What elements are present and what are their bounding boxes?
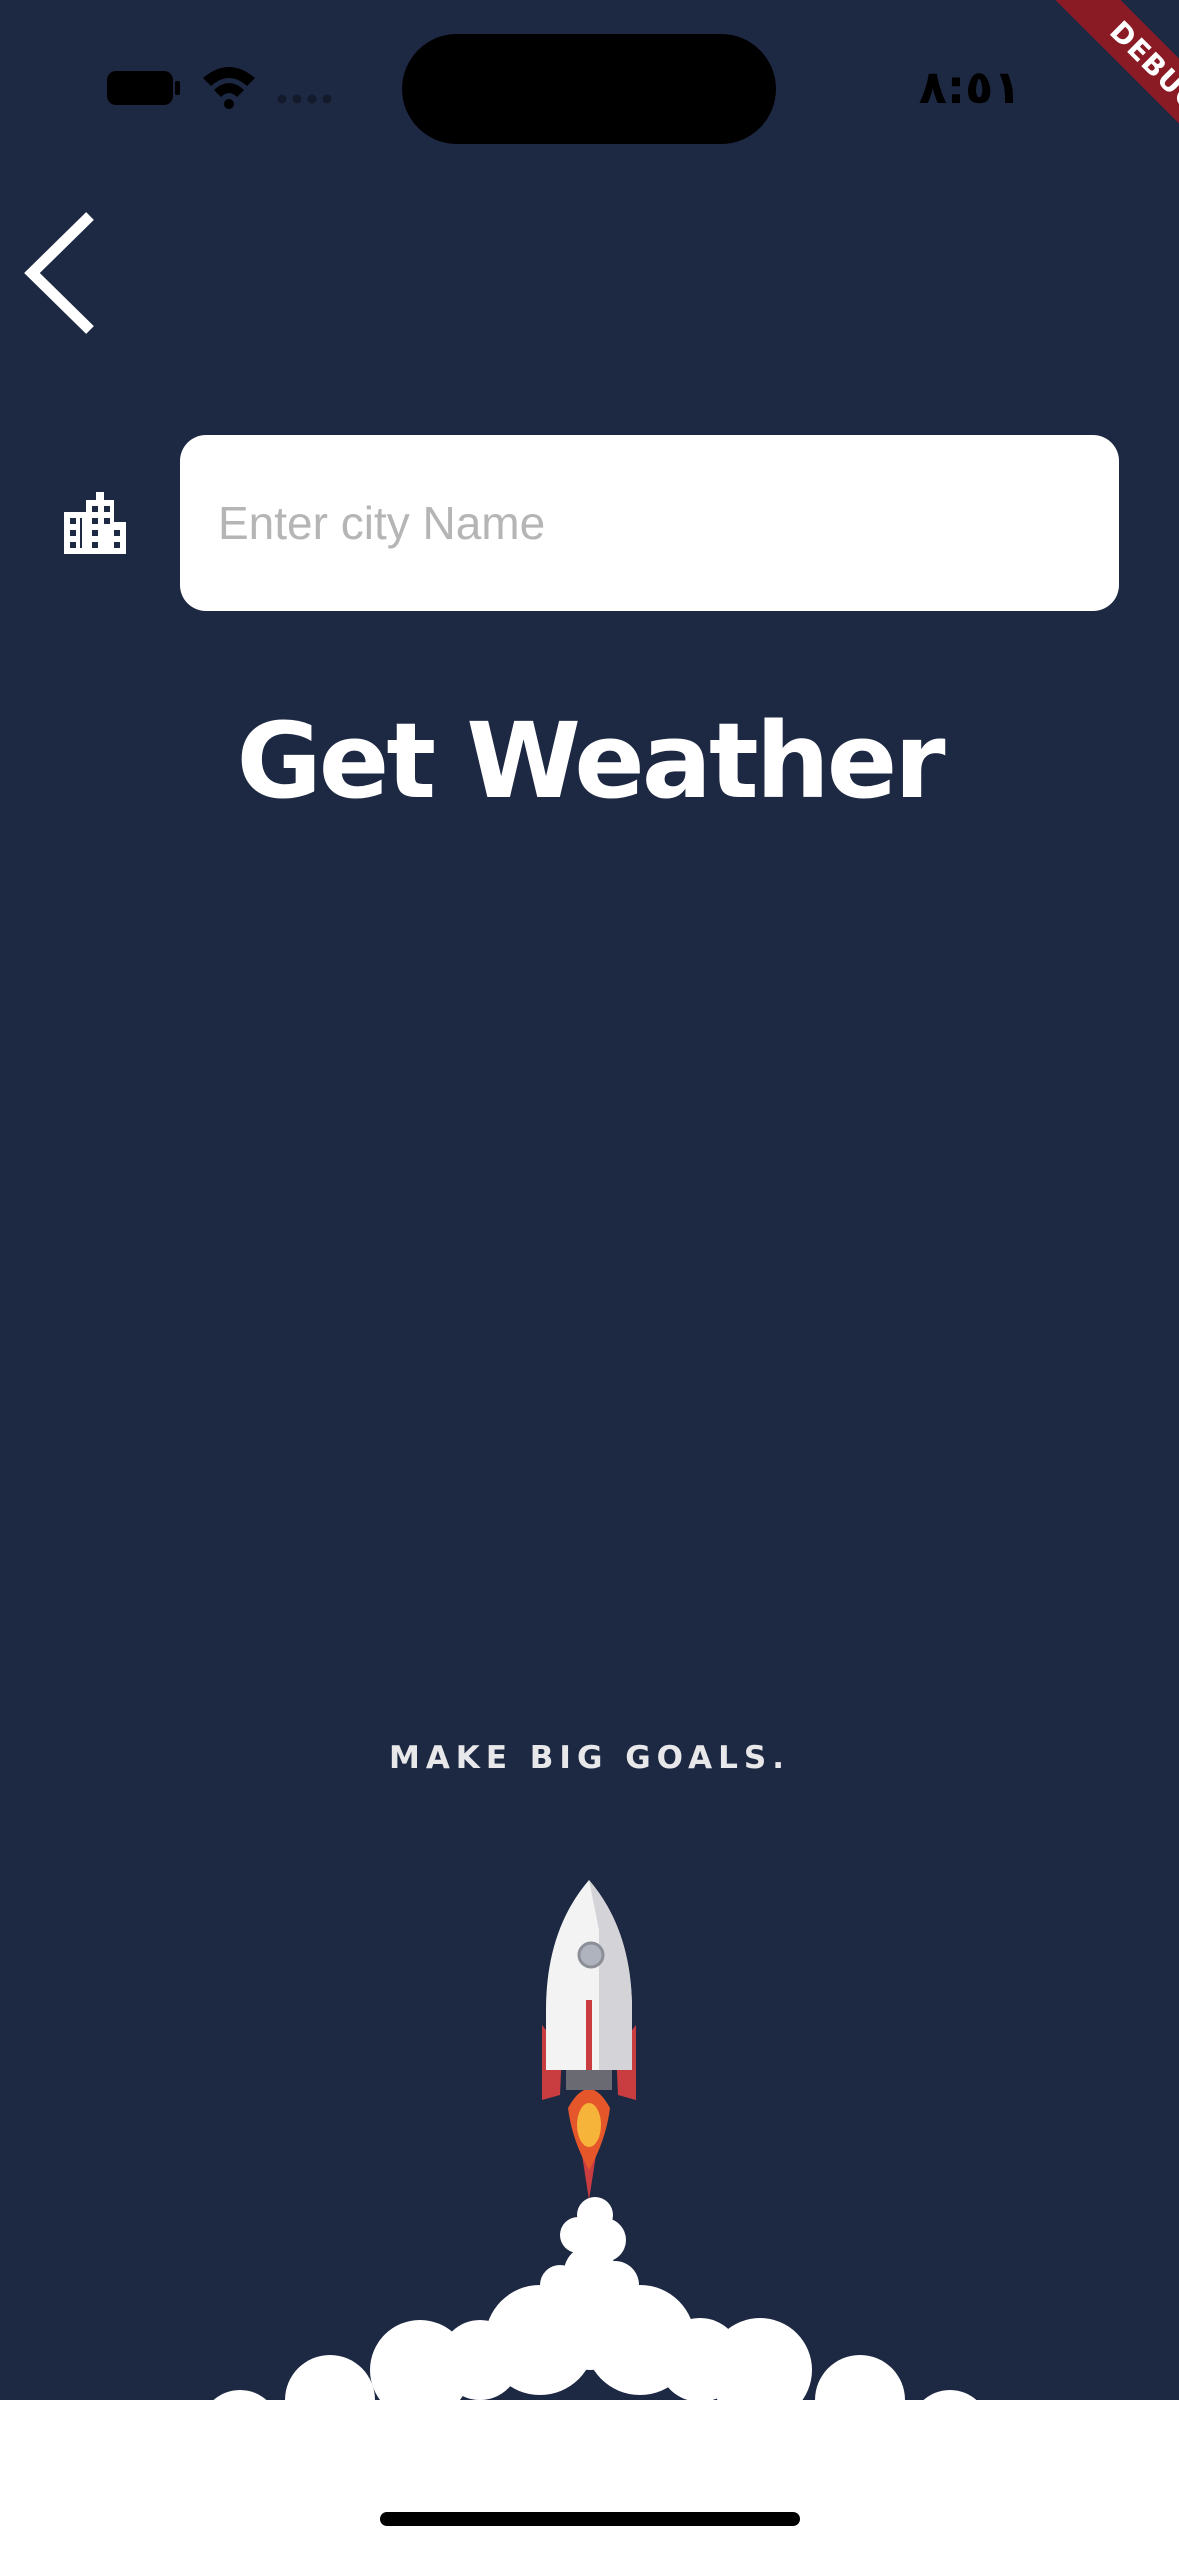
cellular-signal-icon <box>277 94 332 104</box>
dynamic-island <box>402 34 776 144</box>
battery-icon <box>107 71 180 105</box>
get-weather-button[interactable]: Get Weather <box>0 700 1179 822</box>
chevron-left-icon[interactable] <box>16 208 106 338</box>
rocket-icon <box>542 1880 636 2100</box>
rocket-flame <box>568 2089 610 2200</box>
city-name-input[interactable] <box>180 435 1119 611</box>
debug-ribbon: DEBUG <box>989 0 1179 190</box>
slogan-text: MAKE BIG GOALS. <box>388 1740 791 1776</box>
home-indicator[interactable] <box>380 2512 800 2526</box>
wifi-icon <box>203 67 255 109</box>
city-buildings-icon <box>64 492 126 554</box>
rocket-launch-illustration <box>0 1880 1179 2556</box>
cloud-smoke <box>0 2197 1179 2556</box>
debug-banner-label: DEBUG <box>1046 0 1179 176</box>
